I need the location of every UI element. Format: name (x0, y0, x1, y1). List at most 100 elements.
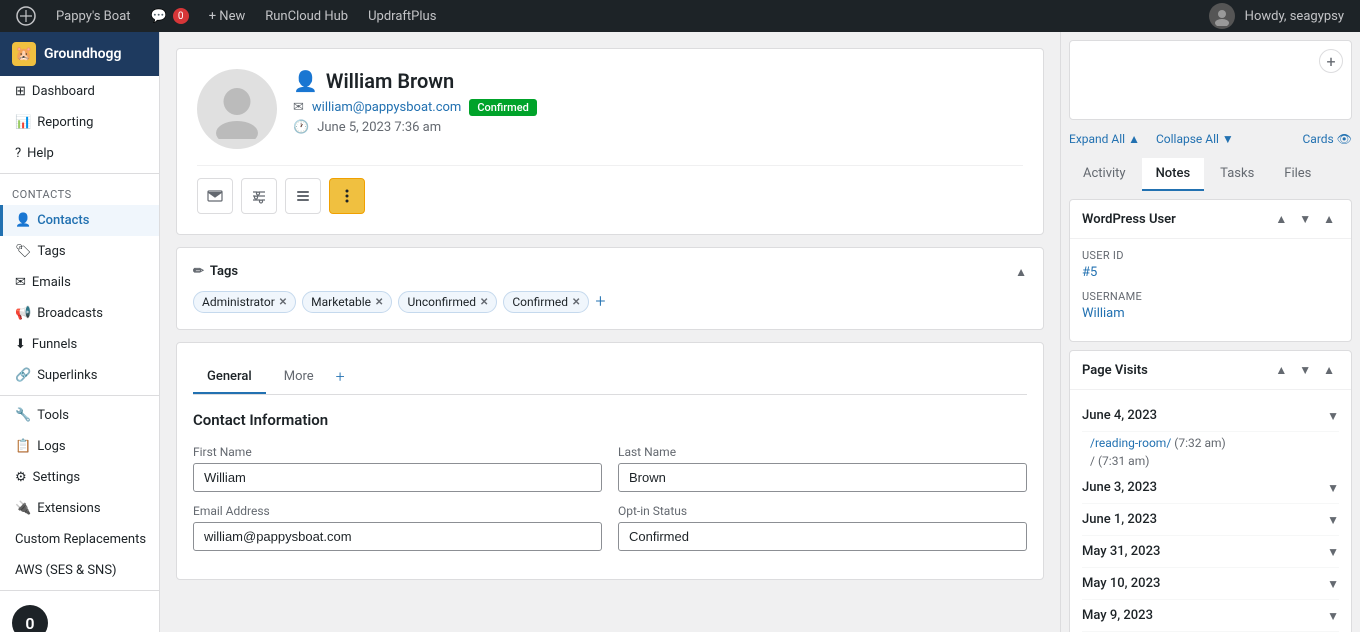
sidebar-item-custom-replacements[interactable]: Custom Replacements (0, 524, 159, 555)
first-name-input[interactable] (193, 463, 602, 492)
email-address-input[interactable] (193, 522, 602, 551)
contact-details: 👤 William Brown ✉ william@pappysboat.com… (293, 69, 1023, 139)
filter-action-button[interactable] (241, 178, 277, 214)
adminbar-site-name[interactable]: Pappy's Boat (48, 0, 139, 32)
contacts-icon: 👤 (15, 213, 31, 228)
tag-unconfirmed-remove[interactable]: ✕ (480, 297, 488, 308)
sidebar-extensions-label: Extensions (37, 501, 100, 516)
adminbar-comments[interactable]: 💬 0 (143, 0, 197, 32)
sidebar-counter-badge[interactable]: 0 (12, 605, 48, 632)
visit-url-root[interactable]: / (7:31 am) (1082, 452, 1339, 472)
extensions-icon: 🔌 (15, 501, 31, 516)
card-collapse-button[interactable]: ▲ (1319, 210, 1339, 228)
opt-in-status-label: Opt-in Status (618, 504, 1027, 518)
sidebar-item-tools[interactable]: 🔧 Tools (0, 400, 159, 431)
wordpress-user-card-header[interactable]: WordPress User ▲ ▼ ▲ (1070, 200, 1351, 239)
contact-email-row: ✉ william@pappysboat.com Confirmed (293, 99, 1023, 116)
notes-add-button[interactable]: + (1319, 49, 1343, 73)
sidebar: 🐹 Groundhogg ⊞ Dashboard 📊 Reporting ? H… (0, 32, 160, 632)
adminbar-updraftplus[interactable]: UpdraftPlus (360, 0, 444, 32)
sidebar-item-help[interactable]: ? Help (0, 138, 159, 169)
sidebar-item-superlinks[interactable]: 🔗 Superlinks (0, 360, 159, 391)
sidebar-item-reporting[interactable]: 📊 Reporting (0, 107, 159, 138)
tab-general[interactable]: General (193, 361, 266, 394)
sidebar-item-aws[interactable]: AWS (SES & SNS) (0, 555, 159, 586)
email-address-label: Email Address (193, 504, 602, 518)
cards-button[interactable]: Cards 👁 (1303, 132, 1353, 146)
adminbar-right: Howdy, seagypsy (1201, 3, 1352, 29)
right-tab-notes[interactable]: Notes (1142, 158, 1205, 191)
adminbar-runcloud[interactable]: RunCloud Hub (257, 0, 356, 32)
first-name-label: First Name (193, 445, 602, 459)
tag-confirmed-remove[interactable]: ✕ (572, 297, 580, 308)
contact-email[interactable]: william@pappysboat.com (312, 100, 461, 115)
right-tab-activity[interactable]: Activity (1069, 158, 1140, 191)
tag-confirmed: Confirmed ✕ (503, 291, 589, 313)
visit-date-june1[interactable]: June 1, 2023 ▼ (1082, 504, 1339, 536)
sidebar-item-logs[interactable]: 📋 Logs (0, 431, 159, 462)
sidebar-item-contacts[interactable]: 👤 Contacts (0, 205, 159, 236)
visit-date-may10[interactable]: May 10, 2023 ▼ (1082, 568, 1339, 600)
user-id-value[interactable]: #5 (1082, 265, 1339, 280)
visit-june3-chevron: ▼ (1327, 481, 1339, 495)
user-id-label: User ID (1082, 249, 1339, 262)
last-name-input[interactable] (618, 463, 1027, 492)
card-up-button[interactable]: ▲ (1271, 210, 1291, 228)
visit-date-june3-label: June 3, 2023 (1082, 480, 1157, 495)
page-visits-collapse-button[interactable]: ▲ (1319, 361, 1339, 379)
comment-count-badge: 0 (173, 8, 189, 24)
page-visits-up-button[interactable]: ▲ (1271, 361, 1291, 379)
page-visits-down-button[interactable]: ▼ (1295, 361, 1315, 379)
sidebar-item-dashboard[interactable]: ⊞ Dashboard (0, 76, 159, 107)
sidebar-logo[interactable]: 🐹 Groundhogg (0, 32, 159, 76)
sidebar-contacts-section: Contacts (0, 178, 159, 205)
notes-area: + (1069, 40, 1352, 120)
visit-may10-chevron: ▼ (1327, 577, 1339, 591)
tag-administrator-remove[interactable]: ✕ (279, 297, 287, 308)
form-tab-add-button[interactable]: + (332, 359, 349, 394)
opt-in-status-input[interactable] (618, 522, 1027, 551)
contact-name-row: 👤 William Brown (293, 69, 1023, 93)
visit-date-june4[interactable]: June 4, 2023 ▼ (1082, 400, 1339, 432)
visit-date-june3[interactable]: June 3, 2023 ▼ (1082, 472, 1339, 504)
expand-all-button[interactable]: Expand All ▲ (1069, 132, 1140, 146)
user-id-field: User ID #5 (1082, 249, 1339, 280)
sidebar-item-tags[interactable]: 🏷 Tags (0, 236, 159, 267)
sidebar-help-label: Help (27, 146, 54, 161)
contact-header: 👤 William Brown ✉ william@pappysboat.com… (197, 69, 1023, 149)
visit-june4-chevron: ▼ (1327, 409, 1339, 423)
visit-date-may9[interactable]: May 9, 2023 ▼ (1082, 600, 1339, 632)
tags-collapse-button[interactable]: ▲ (1015, 265, 1027, 279)
collapse-all-button[interactable]: Collapse All ▼ (1156, 132, 1234, 146)
visit-date-june4-label: June 4, 2023 (1082, 408, 1157, 423)
right-tab-files[interactable]: Files (1270, 158, 1325, 191)
card-down-button[interactable]: ▼ (1295, 210, 1315, 228)
email-action-button[interactable] (197, 178, 233, 214)
tab-more[interactable]: More (270, 361, 328, 394)
funnels-icon: ⬇ (15, 337, 26, 352)
tag-add-button[interactable]: + (595, 291, 605, 313)
sidebar-item-settings[interactable]: ⚙ Settings (0, 462, 159, 493)
page-visits-card-header[interactable]: Page Visits ▲ ▼ ▲ (1070, 351, 1351, 390)
tags-title-label: Tags (210, 264, 238, 279)
tag-marketable-remove[interactable]: ✕ (375, 297, 383, 308)
sidebar-item-extensions[interactable]: 🔌 Extensions (0, 493, 159, 524)
adminbar-user[interactable]: Howdy, seagypsy (1201, 3, 1352, 29)
email-optin-row: Email Address Opt-in Status (193, 504, 1027, 551)
visit-date-may31[interactable]: May 31, 2023 ▼ (1082, 536, 1339, 568)
sidebar-contacts-label: Contacts (37, 213, 89, 228)
more-options-button[interactable] (329, 178, 365, 214)
email-status-badge: Confirmed (469, 99, 537, 116)
right-tab-tasks[interactable]: Tasks (1206, 158, 1268, 191)
list-action-button[interactable] (285, 178, 321, 214)
sidebar-item-broadcasts[interactable]: 📢 Broadcasts (0, 298, 159, 329)
sidebar-item-emails[interactable]: ✉ Emails (0, 267, 159, 298)
username-value[interactable]: William (1082, 306, 1339, 321)
sidebar-funnels-label: Funnels (32, 337, 77, 352)
adminbar-wp-logo[interactable] (8, 0, 44, 32)
adminbar-new[interactable]: + New (201, 0, 254, 32)
page-visits-card-body: June 4, 2023 ▼ /reading-room/ (7:32 am) … (1070, 390, 1351, 632)
tag-unconfirmed: Unconfirmed ✕ (398, 291, 497, 313)
sidebar-item-funnels[interactable]: ⬇ Funnels (0, 329, 159, 360)
visit-url-reading-room[interactable]: /reading-room/ (7:32 am) (1082, 432, 1339, 452)
